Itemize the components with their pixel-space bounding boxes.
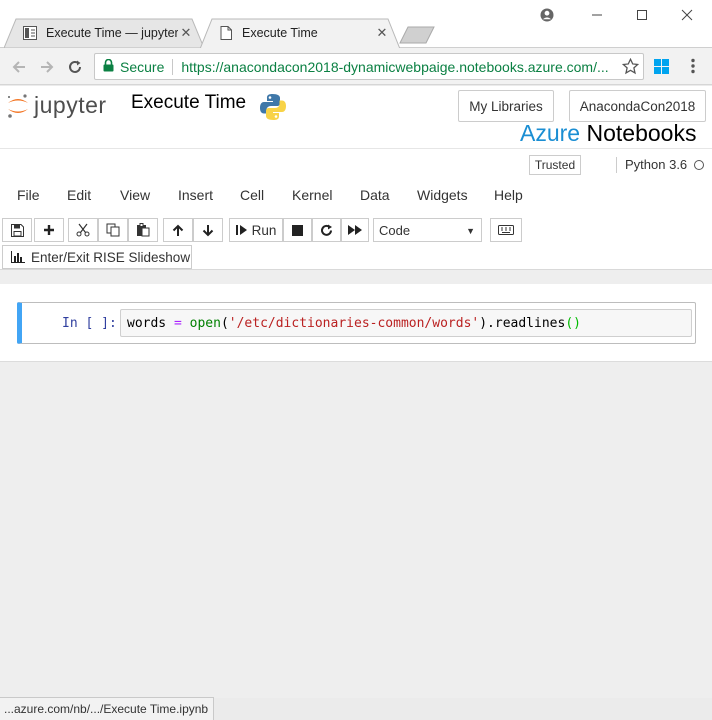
- menu-help[interactable]: Help: [494, 187, 523, 203]
- library-name-button[interactable]: AnacondaCon2018: [569, 90, 706, 122]
- url-text: https://anacondacon2018-dynamicwebpaige.…: [181, 58, 609, 75]
- profile-icon[interactable]: [530, 4, 564, 26]
- windows-extension-icon[interactable]: [651, 56, 671, 76]
- code-token-operator: =: [166, 316, 190, 331]
- security-label: Secure: [120, 58, 165, 75]
- omnibox-divider: [172, 58, 174, 75]
- window-close-icon[interactable]: [670, 4, 704, 26]
- code-token-builtin: open: [189, 316, 221, 331]
- keyboard-icon: [498, 225, 514, 235]
- cell-type-value: Code: [379, 222, 411, 238]
- notebook-toolbar: Run Code ▼ Enter/Exit RISE Slideshow: [0, 212, 712, 270]
- scissors-icon: [76, 223, 90, 237]
- azure-notebooks-brand[interactable]: Azure Notebooks: [520, 120, 696, 147]
- address-bar[interactable]: Secure https://anacondacon2018-dynamicwe…: [94, 53, 644, 80]
- paste-button[interactable]: [128, 218, 158, 242]
- python-logo-icon: [258, 92, 288, 125]
- code-token-method: .readlines: [487, 316, 566, 331]
- kernel-idle-icon: [694, 160, 704, 170]
- code-token-call-parens: (): [565, 316, 581, 331]
- menu-kernel[interactable]: Kernel: [292, 187, 332, 203]
- menu-data[interactable]: Data: [360, 187, 390, 203]
- stop-icon: [292, 224, 303, 236]
- back-icon[interactable]: [8, 56, 30, 78]
- menu-cell[interactable]: Cell: [240, 187, 264, 203]
- document-icon: [218, 25, 234, 41]
- interrupt-kernel-button[interactable]: [283, 218, 312, 242]
- code-token-paren: ): [479, 316, 488, 331]
- code-cell[interactable]: In [ ]: words = open('/etc/dictionaries-…: [17, 302, 696, 344]
- browser-toolbar: Secure https://anacondacon2018-dynamicwe…: [0, 48, 712, 85]
- step-forward-icon: [235, 225, 247, 235]
- lock-icon: [103, 58, 114, 75]
- rise-label: Enter/Exit RISE Slideshow: [31, 249, 191, 265]
- browser-tab-2[interactable]: Execute Time ✕: [200, 18, 400, 49]
- chevron-down-icon: ▼: [466, 226, 475, 236]
- jupyter-header: jupyter Execute Time My Libraries Anacon…: [0, 86, 712, 148]
- book-icon: [22, 25, 38, 41]
- tab-title: Execute Time: [242, 26, 318, 40]
- tab-title: Execute Time — jupyter_: [46, 26, 178, 40]
- notebooks-word: Notebooks: [586, 120, 697, 146]
- notebook-title[interactable]: Execute Time: [131, 92, 246, 114]
- close-icon[interactable]: ✕: [374, 25, 390, 41]
- reload-icon[interactable]: [64, 56, 86, 78]
- menu-file[interactable]: File: [17, 187, 40, 203]
- browser-menu-icon[interactable]: [683, 56, 703, 76]
- cut-button[interactable]: [68, 218, 98, 242]
- my-libraries-button[interactable]: My Libraries: [458, 90, 554, 122]
- azure-word: Azure: [520, 120, 581, 146]
- restart-kernel-button[interactable]: [312, 218, 341, 242]
- jupyter-logo[interactable]: jupyter: [6, 92, 107, 119]
- menu-insert[interactable]: Insert: [178, 187, 213, 203]
- code-token-string: '/etc/dictionaries-common/words': [228, 316, 480, 331]
- arrow-down-icon: [202, 224, 214, 236]
- cell-type-select[interactable]: Code ▼: [373, 218, 482, 242]
- menu-edit[interactable]: Edit: [67, 187, 91, 203]
- notebook-container: In [ ]: words = open('/etc/dictionaries-…: [0, 284, 712, 362]
- fast-forward-icon: [348, 225, 362, 235]
- paste-icon: [137, 223, 150, 237]
- bar-chart-icon: [11, 251, 25, 263]
- menu-widgets[interactable]: Widgets: [417, 187, 468, 203]
- notebook-menubar: File Edit View Insert Cell Kernel Data W…: [0, 178, 712, 212]
- bookmark-star-icon[interactable]: [620, 56, 640, 76]
- page-content: jupyter Execute Time My Libraries Anacon…: [0, 86, 712, 698]
- notebook-status-bar: Trusted Python 3.6: [0, 148, 712, 178]
- jupyter-logo-icon: [8, 93, 28, 118]
- save-button[interactable]: [2, 218, 32, 242]
- copy-icon: [106, 223, 120, 237]
- maximize-icon[interactable]: [625, 4, 659, 26]
- restart-icon: [321, 224, 332, 236]
- insert-cell-button[interactable]: [34, 218, 64, 242]
- close-icon[interactable]: ✕: [178, 25, 194, 41]
- minimize-icon[interactable]: [580, 4, 614, 26]
- command-palette-button[interactable]: [490, 218, 522, 242]
- move-up-button[interactable]: [163, 218, 193, 242]
- rise-slideshow-button[interactable]: Enter/Exit RISE Slideshow: [2, 245, 192, 269]
- arrow-up-icon: [172, 224, 184, 236]
- forward-icon[interactable]: [36, 56, 58, 78]
- copy-button[interactable]: [98, 218, 128, 242]
- status-url-bubble: ...azure.com/nb/.../Execute Time.ipynb: [0, 697, 214, 720]
- menu-view[interactable]: View: [120, 187, 150, 203]
- plus-icon: [44, 225, 54, 235]
- code-token-variable: words: [127, 316, 167, 331]
- kernel-name[interactable]: Python 3.6: [616, 157, 687, 173]
- code-editor[interactable]: words = open('/etc/dictionaries-common/w…: [120, 309, 692, 337]
- restart-run-all-button[interactable]: [341, 218, 369, 242]
- code-token-paren: (: [220, 316, 229, 331]
- input-prompt: In [ ]:: [62, 316, 117, 331]
- jupyter-wordmark: jupyter: [34, 92, 107, 118]
- run-button[interactable]: Run: [229, 218, 283, 242]
- new-tab-button[interactable]: [398, 26, 438, 44]
- move-down-button[interactable]: [193, 218, 223, 242]
- run-label: Run: [251, 222, 277, 238]
- browser-tab-strip: Execute Time — jupyter_ ✕ Execute Time ✕: [0, 0, 712, 49]
- trusted-badge[interactable]: Trusted: [529, 155, 581, 175]
- browser-tab-1[interactable]: Execute Time — jupyter_ ✕: [4, 18, 204, 48]
- save-icon: [10, 223, 24, 237]
